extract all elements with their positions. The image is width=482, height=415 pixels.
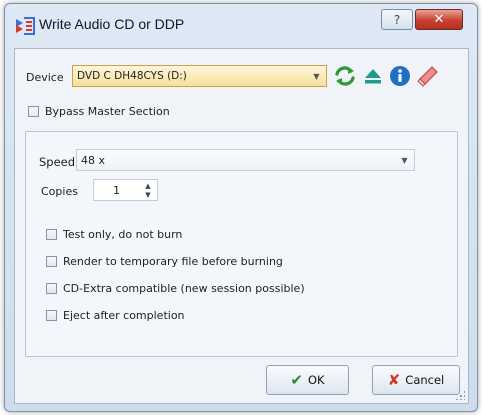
window-title: Write Audio CD or DDP	[39, 16, 185, 32]
eject-icon[interactable]	[361, 64, 385, 88]
speed-select-value: 48 x	[81, 154, 106, 167]
speed-label: Speed	[39, 155, 76, 169]
cancel-button-label: Cancel	[405, 373, 445, 387]
cancel-button[interactable]: ✘ Cancel	[372, 365, 460, 395]
option-cd-extra[interactable]: CD-Extra compatible (new session possibl…	[46, 282, 305, 295]
copies-label: Copies	[41, 185, 78, 198]
checkbox-box[interactable]	[28, 106, 39, 117]
device-select[interactable]: DVD C DH48CYS (D:) ▼	[72, 65, 327, 87]
close-icon: ✕	[433, 12, 445, 27]
ok-button-label: OK	[307, 373, 325, 387]
speed-select[interactable]: 48 x ▼	[76, 149, 415, 171]
help-button[interactable]: ?	[381, 9, 413, 30]
checkbox-box[interactable]	[46, 229, 57, 240]
spin-down-icon[interactable]: ▼	[141, 190, 155, 199]
bypass-master-label: Bypass Master Section	[45, 105, 170, 118]
dialog-window: Write Audio CD or DDP ? ✕ Device DVD C D…	[4, 3, 478, 412]
checkbox-box[interactable]	[46, 310, 57, 321]
eraser-icon[interactable]	[416, 64, 440, 88]
option-label: Eject after completion	[63, 309, 185, 322]
dialog-body: Device DVD C DH48CYS (D:) ▼ Bypass Maste	[14, 48, 469, 404]
bypass-master-checkbox[interactable]: Bypass Master Section	[28, 105, 170, 118]
copies-stepper[interactable]: 1 ▲ ▼	[93, 179, 158, 201]
chevron-down-icon[interactable]: ▼	[309, 67, 324, 85]
option-label: Test only, do not burn	[63, 228, 183, 241]
info-icon[interactable]	[388, 64, 412, 88]
copies-value[interactable]: 1	[94, 184, 139, 197]
checkbox-box[interactable]	[46, 283, 57, 294]
option-eject[interactable]: Eject after completion	[46, 309, 185, 322]
cross-icon: ✘	[387, 371, 401, 389]
ok-button[interactable]: ✔ OK	[266, 365, 349, 395]
spin-up-icon[interactable]: ▲	[141, 181, 155, 190]
checkmark-icon: ✔	[290, 371, 303, 389]
device-select-value: DVD C DH48CYS (D:)	[77, 70, 187, 82]
option-render-temp[interactable]: Render to temporary file before burning	[46, 255, 283, 268]
checkbox-box[interactable]	[46, 256, 57, 267]
help-icon: ?	[393, 12, 401, 27]
chevron-down-icon[interactable]: ▼	[397, 151, 412, 169]
device-label: Device	[26, 71, 64, 84]
app-icon	[16, 17, 35, 35]
option-test-only[interactable]: Test only, do not burn	[46, 228, 182, 241]
close-button[interactable]: ✕	[415, 9, 463, 30]
refresh-icon[interactable]	[333, 64, 357, 88]
option-label: Render to temporary file before burning	[63, 255, 283, 268]
option-label: CD-Extra compatible (new session possibl…	[63, 282, 305, 295]
write-options-group: Speed 48 x ▼ Copies 1 ▲ ▼ Test only, do …	[25, 131, 458, 357]
title-bar[interactable]: Write Audio CD or DDP ? ✕	[5, 4, 477, 48]
